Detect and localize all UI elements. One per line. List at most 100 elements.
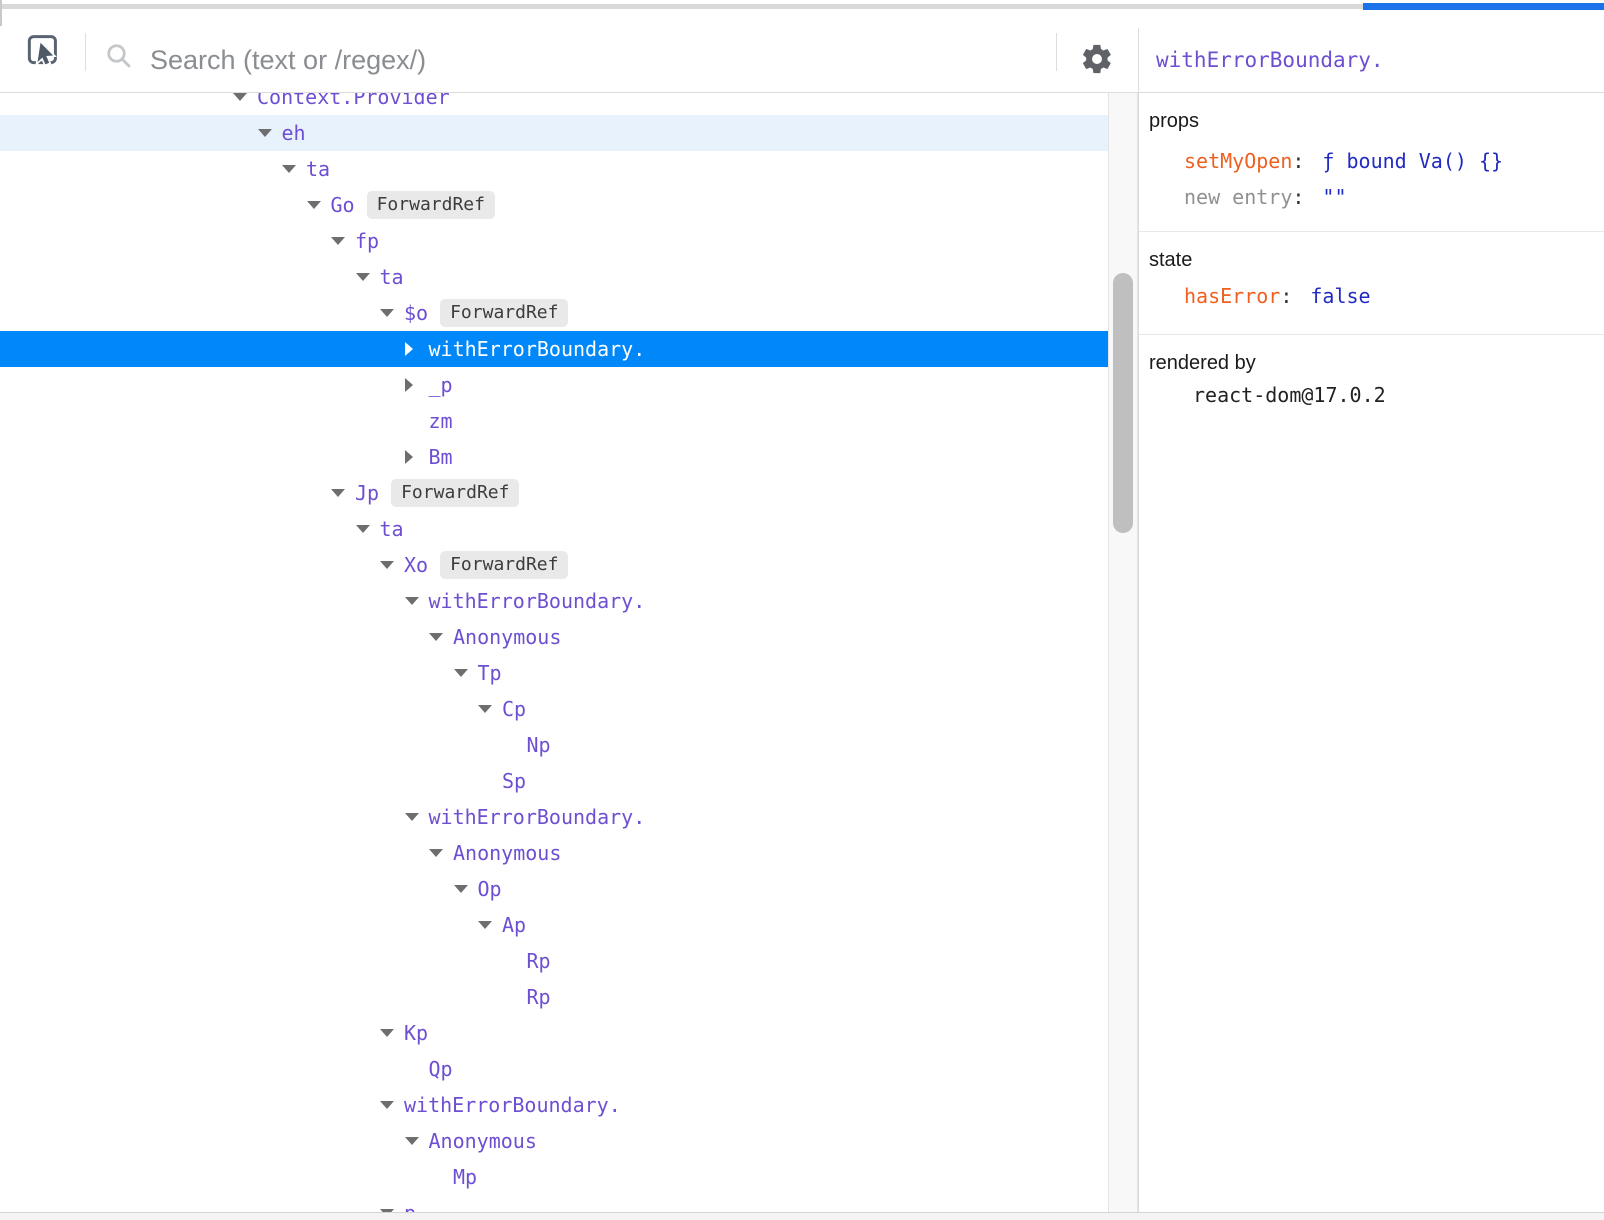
- expanded-arrow-icon[interactable]: [356, 525, 380, 533]
- toolbar-divider: [1056, 33, 1057, 71]
- component-name: _p: [429, 367, 453, 403]
- component-name: $o: [404, 295, 428, 331]
- inspect-element-button[interactable]: [26, 31, 60, 67]
- vertical-scrollbar-track[interactable]: [1108, 93, 1138, 1212]
- vertical-scrollbar-thumb[interactable]: [1113, 273, 1133, 533]
- tree-node[interactable]: JpForwardRef: [0, 475, 1108, 511]
- key-value-row[interactable]: setMyOpen:ƒ bound Va() {}: [1139, 143, 1604, 179]
- expanded-arrow-icon[interactable]: [380, 1101, 404, 1109]
- rendered-by-section: rendered by react-dom@17.0.2: [1139, 334, 1604, 429]
- search-input[interactable]: [150, 29, 1030, 91]
- tree-node[interactable]: _p: [0, 367, 1108, 403]
- expanded-arrow-icon[interactable]: [356, 273, 380, 281]
- tree-node[interactable]: eh: [0, 115, 1108, 151]
- tree-node[interactable]: zm: [0, 403, 1108, 439]
- component-name: withErrorBoundary.: [429, 583, 646, 619]
- forwardref-badge: ForwardRef: [440, 299, 568, 327]
- expanded-arrow-icon[interactable]: [282, 165, 306, 173]
- key-value[interactable]: false: [1310, 284, 1370, 308]
- tree-node[interactable]: Ap: [0, 907, 1108, 943]
- expanded-arrow-icon[interactable]: [405, 1137, 429, 1145]
- component-name: Anonymous: [453, 835, 561, 871]
- collapsed-arrow-icon[interactable]: [405, 342, 429, 356]
- expanded-arrow-icon[interactable]: [380, 561, 404, 569]
- state-section-label: state: [1139, 246, 1604, 274]
- expanded-arrow-icon[interactable]: [331, 237, 355, 245]
- state-section: state hasError:false: [1139, 231, 1604, 334]
- expanded-arrow-icon[interactable]: [478, 705, 502, 713]
- renderer-version[interactable]: react-dom@17.0.2: [1139, 377, 1604, 413]
- tree-node[interactable]: ta: [0, 151, 1108, 187]
- expanded-arrow-icon[interactable]: [258, 129, 282, 137]
- tree-node[interactable]: Np: [0, 727, 1108, 763]
- props-section: props setMyOpen:ƒ bound Va() {}new entry…: [1139, 93, 1604, 231]
- component-name: withErrorBoundary.: [429, 799, 646, 835]
- component-name: withErrorBoundary.: [429, 331, 646, 367]
- tree-node[interactable]: Anonymous: [0, 835, 1108, 871]
- settings-button[interactable]: [1080, 42, 1114, 76]
- component-name: Anonymous: [429, 1123, 537, 1159]
- collapsed-arrow-icon[interactable]: [405, 378, 429, 392]
- tree-node[interactable]: Qp: [0, 1051, 1108, 1087]
- search-icon: [104, 41, 134, 71]
- expanded-arrow-icon[interactable]: [380, 1029, 404, 1037]
- component-name: Xo: [404, 547, 428, 583]
- component-name: Np: [527, 727, 551, 763]
- component-name: Mp: [453, 1159, 477, 1195]
- tree-node[interactable]: ta: [0, 511, 1108, 547]
- tree-node[interactable]: withErrorBoundary.: [0, 331, 1108, 367]
- expanded-arrow-icon[interactable]: [380, 309, 404, 317]
- expanded-arrow-icon[interactable]: [331, 489, 355, 497]
- expanded-arrow-icon[interactable]: [454, 669, 478, 677]
- horizontal-scrollbar-track[interactable]: [2, 4, 1363, 9]
- tree-node[interactable]: ta: [0, 259, 1108, 295]
- props-list: setMyOpen:ƒ bound Va() {}new entry:"": [1139, 143, 1604, 215]
- tree-node[interactable]: withErrorBoundary.: [0, 583, 1108, 619]
- tree-node[interactable]: Context.Provider: [0, 93, 1108, 115]
- component-name: Tp: [478, 655, 502, 691]
- tree-node[interactable]: Xo ForwardRef: [0, 547, 1108, 583]
- component-name: Cp: [502, 691, 526, 727]
- tree-node[interactable]: Tp: [0, 655, 1108, 691]
- tree-node[interactable]: Rp: [0, 943, 1108, 979]
- tree-node[interactable]: Cp: [0, 691, 1108, 727]
- key-value[interactable]: ƒ bound Va() {}: [1322, 149, 1503, 173]
- components-toolbar: [0, 28, 1138, 93]
- key-value[interactable]: "": [1322, 185, 1346, 209]
- tree-node[interactable]: Rp: [0, 979, 1108, 1015]
- inspect-element-icon: [26, 31, 60, 67]
- tree-node[interactable]: $o ForwardRef: [0, 295, 1108, 331]
- expanded-arrow-icon[interactable]: [405, 597, 429, 605]
- tree-node[interactable]: Kp: [0, 1015, 1108, 1051]
- expanded-arrow-icon[interactable]: [405, 813, 429, 821]
- tree-node[interactable]: Op: [0, 871, 1108, 907]
- forwardref-badge: ForwardRef: [367, 191, 495, 219]
- key-value-row[interactable]: hasError:false: [1139, 278, 1604, 314]
- component-name: fp: [355, 223, 379, 259]
- tree-node[interactable]: Mp: [0, 1159, 1108, 1195]
- expanded-arrow-icon[interactable]: [429, 849, 453, 857]
- tree-node[interactable]: Sp: [0, 763, 1108, 799]
- details-header: withErrorBoundary.: [1139, 28, 1604, 93]
- component-name: ta: [380, 259, 404, 295]
- expanded-arrow-icon[interactable]: [478, 921, 502, 929]
- tree-node[interactable]: fp: [0, 223, 1108, 259]
- key-name: setMyOpen: [1184, 149, 1292, 173]
- tree-node[interactable]: Anonymous: [0, 619, 1108, 655]
- tree-node[interactable]: Anonymous: [0, 1123, 1108, 1159]
- expanded-arrow-icon[interactable]: [429, 633, 453, 641]
- key-value-row[interactable]: new entry:"": [1139, 179, 1604, 215]
- tree-node[interactable]: withErrorBoundary.: [0, 799, 1108, 835]
- forwardref-badge: ForwardRef: [440, 551, 568, 579]
- selected-component-title: withErrorBoundary.: [1156, 48, 1384, 72]
- expanded-arrow-icon[interactable]: [454, 885, 478, 893]
- component-name: Qp: [429, 1051, 453, 1087]
- tree-node[interactable]: GoForwardRef: [0, 187, 1108, 223]
- tree-node[interactable]: withErrorBoundary.: [0, 1087, 1108, 1123]
- collapsed-arrow-icon[interactable]: [405, 450, 429, 464]
- expanded-arrow-icon[interactable]: [307, 201, 331, 209]
- tree-node[interactable]: Bm: [0, 439, 1108, 475]
- expanded-arrow-icon[interactable]: [233, 93, 257, 101]
- component-tree-panel: Context.ProviderehtaGoForwardReffpta$oFo…: [0, 93, 1108, 1212]
- tree-node[interactable]: p: [0, 1195, 1108, 1212]
